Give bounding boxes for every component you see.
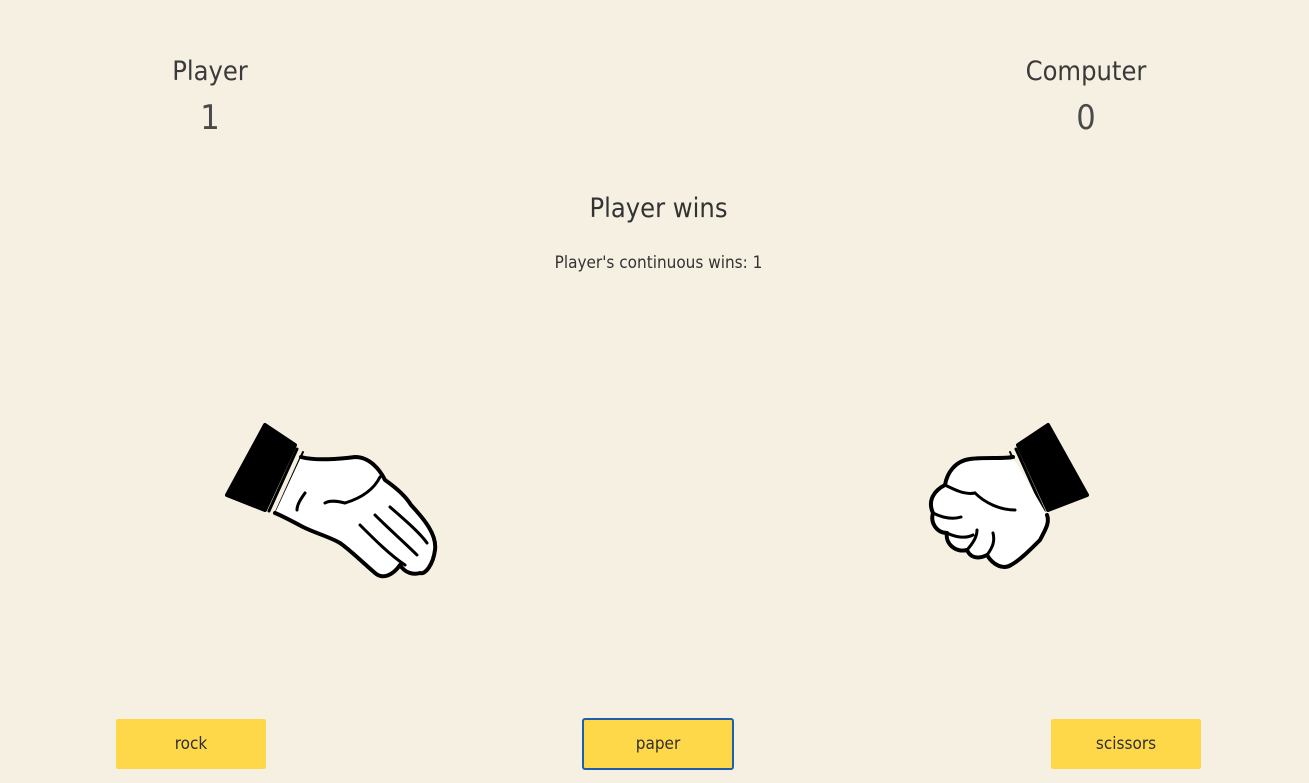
paper-button[interactable]: paper	[582, 718, 734, 770]
computer-label: Computer	[1025, 56, 1147, 87]
computer-score-panel: Computer 0	[966, 52, 1206, 144]
player-label: Player	[172, 56, 248, 87]
fist-icon	[915, 415, 1145, 595]
scissors-button[interactable]: scissors	[1051, 719, 1201, 769]
win-streak-text: Player's continuous wins: 1	[554, 253, 763, 273]
player-score-panel: Player 1	[90, 52, 330, 144]
player-score: 1	[200, 98, 220, 138]
rock-button[interactable]: rock	[116, 719, 266, 769]
computer-score: 0	[1076, 98, 1096, 138]
result-message: Player wins	[589, 193, 728, 224]
open-hand-icon	[215, 415, 445, 595]
